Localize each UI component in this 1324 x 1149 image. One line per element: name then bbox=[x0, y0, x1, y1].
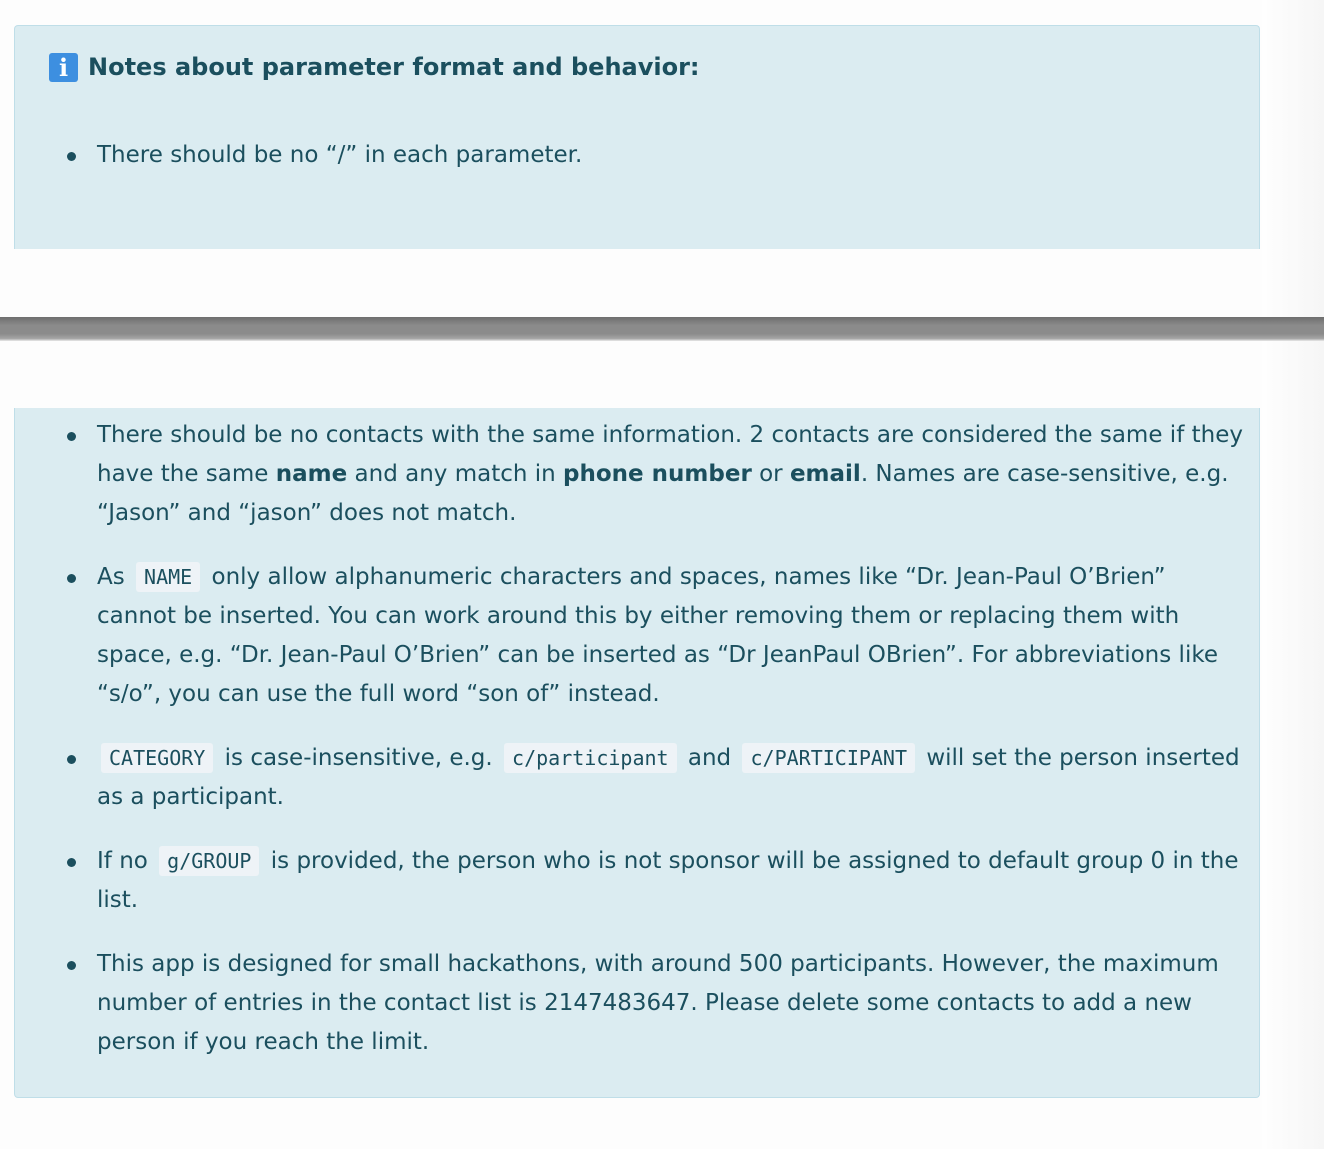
note-no-slash: There should be no “/” in each parameter… bbox=[67, 136, 1247, 175]
note-text: and bbox=[687, 745, 732, 771]
code-category-param: CATEGORY bbox=[101, 743, 214, 773]
note-text: or bbox=[751, 461, 790, 487]
note-category-case: CATEGORY is case-insensitive, e.g. c/par… bbox=[67, 739, 1247, 817]
page-edge-strip bbox=[1262, 0, 1324, 1149]
code-name-param: NAME bbox=[136, 562, 201, 592]
note-contact-limit: This app is designed for small hackathon… bbox=[67, 945, 1247, 1062]
callout-header: i Notes about parameter format and behav… bbox=[49, 52, 700, 82]
note-text: only allow alphanumeric characters and s… bbox=[97, 564, 1218, 707]
code-category-lower: c/participant bbox=[504, 743, 677, 773]
note-text: If no bbox=[97, 848, 148, 874]
page-break-divider bbox=[0, 317, 1324, 341]
note-text: is case-insensitive, e.g. bbox=[224, 745, 493, 771]
note-name-characters: As NAME only allow alphanumeric characte… bbox=[67, 558, 1247, 714]
bold-name: name bbox=[275, 461, 348, 487]
note-text: and any match in bbox=[347, 461, 564, 487]
info-icon: i bbox=[49, 52, 78, 82]
code-group-param: g/GROUP bbox=[159, 846, 260, 876]
info-callout-bottom: There should be no contacts with the sam… bbox=[14, 408, 1260, 1098]
bold-phone-number: phone number bbox=[563, 461, 752, 487]
note-duplicate-contacts: There should be no contacts with the sam… bbox=[67, 416, 1247, 533]
bold-email: email bbox=[789, 461, 861, 487]
code-category-upper: c/PARTICIPANT bbox=[742, 743, 916, 773]
notes-list-bottom: There should be no contacts with the sam… bbox=[67, 416, 1247, 1087]
callout-title: Notes about parameter format and behavio… bbox=[88, 53, 700, 81]
notes-list-top: There should be no “/” in each parameter… bbox=[67, 136, 1247, 200]
note-text: As bbox=[97, 564, 125, 590]
note-text: is provided, the person who is not spons… bbox=[97, 848, 1239, 913]
note-default-group: If no g/GROUP is provided, the person wh… bbox=[67, 842, 1247, 920]
info-callout-top: i Notes about parameter format and behav… bbox=[14, 25, 1260, 249]
